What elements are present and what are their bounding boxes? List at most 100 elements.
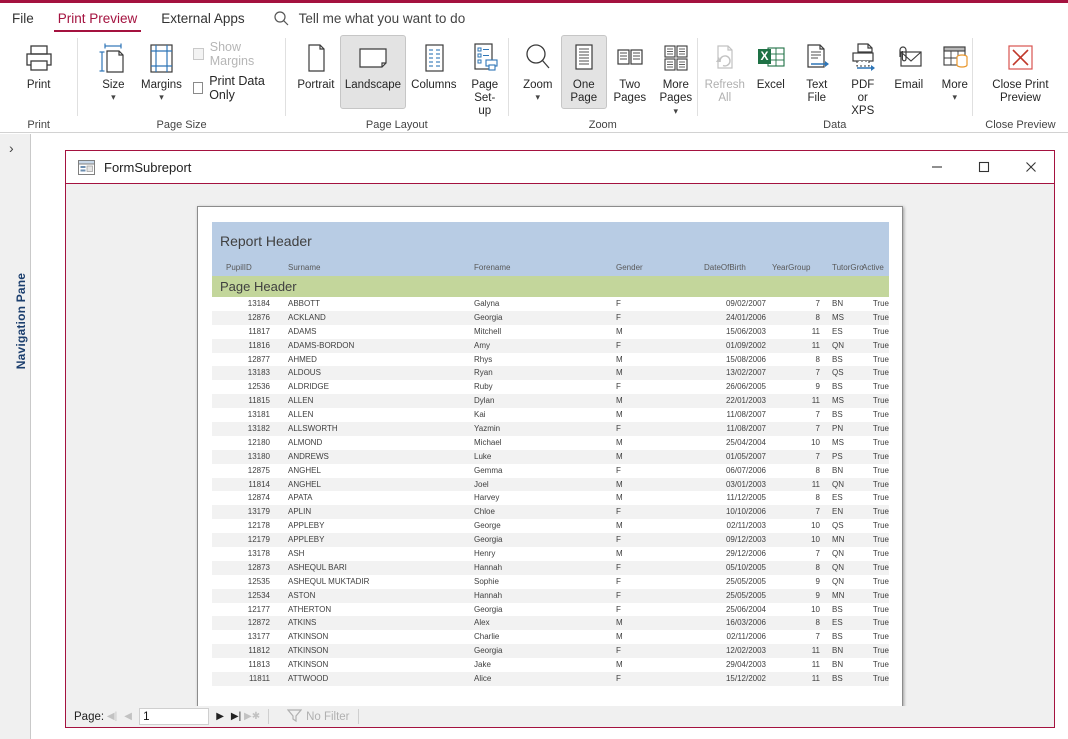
- cell-forename: Georgia: [474, 604, 503, 614]
- cell-active: True: [872, 576, 889, 586]
- cell-pupilid: 13177: [247, 632, 270, 642]
- cell-surname: ATHERTON: [288, 604, 332, 614]
- two-pages-icon: [613, 40, 647, 76]
- show-margins-checkbox[interactable]: Show Margins: [191, 37, 285, 71]
- cell-forename: Yazmin: [474, 424, 501, 434]
- navigation-pane-collapsed[interactable]: › Navigation Pane: [0, 134, 31, 739]
- tab-file[interactable]: File: [0, 3, 46, 33]
- filter-status[interactable]: No Filter: [286, 708, 350, 725]
- cell-active: True: [872, 451, 889, 461]
- print-button-label: Print: [26, 79, 51, 91]
- excel-button[interactable]: X Excel: [748, 35, 794, 95]
- cell-yeargroup: 8: [815, 493, 820, 503]
- tab-external-apps[interactable]: External Apps: [149, 3, 256, 33]
- print-button[interactable]: Print: [12, 35, 66, 95]
- columns-button[interactable]: Columns: [406, 35, 462, 95]
- tab-print-preview[interactable]: Print Preview: [46, 3, 150, 33]
- prev-page-icon[interactable]: ◀: [120, 708, 136, 726]
- cell-surname: ATKINSON: [288, 632, 329, 642]
- cell-tutorgro: ES: [832, 326, 843, 336]
- column-header-active: Active: [862, 263, 884, 272]
- page-setup-button[interactable]: Page Set-up: [462, 35, 508, 121]
- text-file-button[interactable]: Text File: [794, 35, 840, 108]
- cell-active: True: [872, 632, 889, 642]
- pdf-or-xps-button[interactable]: PDF or XPS: [840, 35, 886, 121]
- chevron-right-icon[interactable]: ›: [9, 140, 14, 156]
- table-row: 11815 ALLEN Dylan M 22/01/2003 11 MS True: [212, 394, 889, 409]
- cell-yeargroup: 8: [815, 465, 820, 475]
- form-icon: [78, 159, 95, 175]
- first-page-icon[interactable]: ◀|: [104, 708, 120, 726]
- new-page-icon[interactable]: ▶✱: [244, 708, 260, 726]
- chevron-down-icon[interactable]: ▾: [953, 93, 958, 102]
- column-header-yeargroup: YearGroup: [772, 263, 811, 272]
- portrait-button[interactable]: Portrait: [292, 35, 340, 95]
- cell-surname: ALDOUS: [288, 368, 321, 378]
- workspace: FormSubreport Report Header PupilID Surn…: [31, 134, 1068, 739]
- horizontal-scroll-strip[interactable]: [366, 709, 1054, 724]
- cell-gender: M: [616, 326, 623, 336]
- column-header-row: PupilID Surname Forename Gender DateOfBi…: [212, 260, 889, 276]
- two-pages-button[interactable]: Two Pages: [607, 35, 653, 108]
- cell-yeargroup: 7: [815, 632, 820, 642]
- page-header-label: Page Header: [220, 279, 297, 294]
- pdf-or-xps-button-label: PDF or XPS: [851, 79, 875, 117]
- print-preview-area[interactable]: Report Header PupilID Surname Forename G…: [66, 184, 1054, 719]
- cell-gender: M: [616, 618, 623, 628]
- cell-yeargroup: 7: [815, 549, 820, 559]
- email-icon: [893, 40, 925, 76]
- chevron-down-icon[interactable]: ▾: [674, 106, 679, 116]
- cell-active: True: [872, 326, 889, 336]
- refresh-all-button[interactable]: Refresh All: [702, 35, 748, 108]
- cell-gender: F: [616, 299, 621, 308]
- maximize-button[interactable]: [960, 151, 1007, 183]
- group-label-print: Print: [27, 119, 50, 131]
- cell-yeargroup: 11: [811, 326, 820, 336]
- table-row: 12877 AHMED Rhys M 15/08/2006 8 BS True: [212, 353, 889, 367]
- margins-button[interactable]: Margins ▾: [136, 35, 186, 104]
- email-button[interactable]: Email: [886, 35, 932, 95]
- cell-active: True: [872, 410, 889, 420]
- close-print-preview-button[interactable]: Close Print Preview: [985, 35, 1055, 108]
- last-page-icon[interactable]: ▶|: [228, 708, 244, 726]
- cell-gender: M: [616, 479, 623, 489]
- cell-tutorgro: BS: [832, 604, 843, 614]
- more-pages-button[interactable]: More Pages ▾: [653, 35, 699, 121]
- more-data-button[interactable]: More ▾: [932, 35, 978, 104]
- minimize-button[interactable]: [913, 151, 960, 183]
- size-button[interactable]: Size ▾: [90, 35, 136, 104]
- zoom-button[interactable]: Zoom ▾: [515, 35, 561, 104]
- landscape-icon: [356, 40, 390, 76]
- cell-gender: F: [616, 465, 621, 475]
- cell-yeargroup: 10: [811, 535, 820, 545]
- cell-pupilid: 13180: [247, 451, 270, 461]
- cell-yeargroup: 8: [815, 312, 820, 322]
- cell-yeargroup: 11: [811, 660, 820, 670]
- chevron-down-icon[interactable]: ▾: [536, 93, 541, 102]
- cell-surname: ANGHEL: [288, 465, 321, 475]
- landscape-button[interactable]: Landscape: [339, 35, 406, 109]
- excel-button-label: Excel: [756, 79, 785, 91]
- close-button[interactable]: [1007, 151, 1054, 183]
- cell-surname: ASHEQUL MUKTADIR: [288, 576, 370, 586]
- show-margins-label: Show Margins: [209, 40, 255, 68]
- chevron-down-icon[interactable]: ▾: [111, 93, 116, 102]
- page-number-input[interactable]: 1: [139, 708, 210, 725]
- cell-tutorgro: QS: [832, 521, 844, 531]
- cell-dateofbirth: 15/08/2006: [725, 354, 766, 364]
- tell-me-search[interactable]: Tell me what you want to do: [273, 10, 465, 27]
- cell-forename: Rhys: [474, 354, 493, 364]
- cell-gender: F: [616, 507, 621, 517]
- table-row: 13178 ASH Henry M 29/12/2006 7 QN True: [212, 547, 889, 561]
- chevron-down-icon[interactable]: ▾: [159, 93, 164, 102]
- cell-surname: ASH: [288, 549, 305, 559]
- next-page-icon[interactable]: ▶: [212, 708, 228, 726]
- one-page-button[interactable]: One Page: [560, 35, 607, 109]
- cell-yeargroup: 7: [815, 299, 820, 308]
- cell-yeargroup: 11: [811, 646, 820, 656]
- table-row: 13182 ALLSWORTH Yazmin F 11/08/2007 7 PN True: [212, 422, 889, 436]
- cell-yeargroup: 7: [815, 507, 820, 517]
- print-data-only-checkbox[interactable]: Print Data Only: [191, 71, 285, 105]
- cell-gender: M: [616, 660, 623, 670]
- magnifier-icon: [522, 40, 554, 76]
